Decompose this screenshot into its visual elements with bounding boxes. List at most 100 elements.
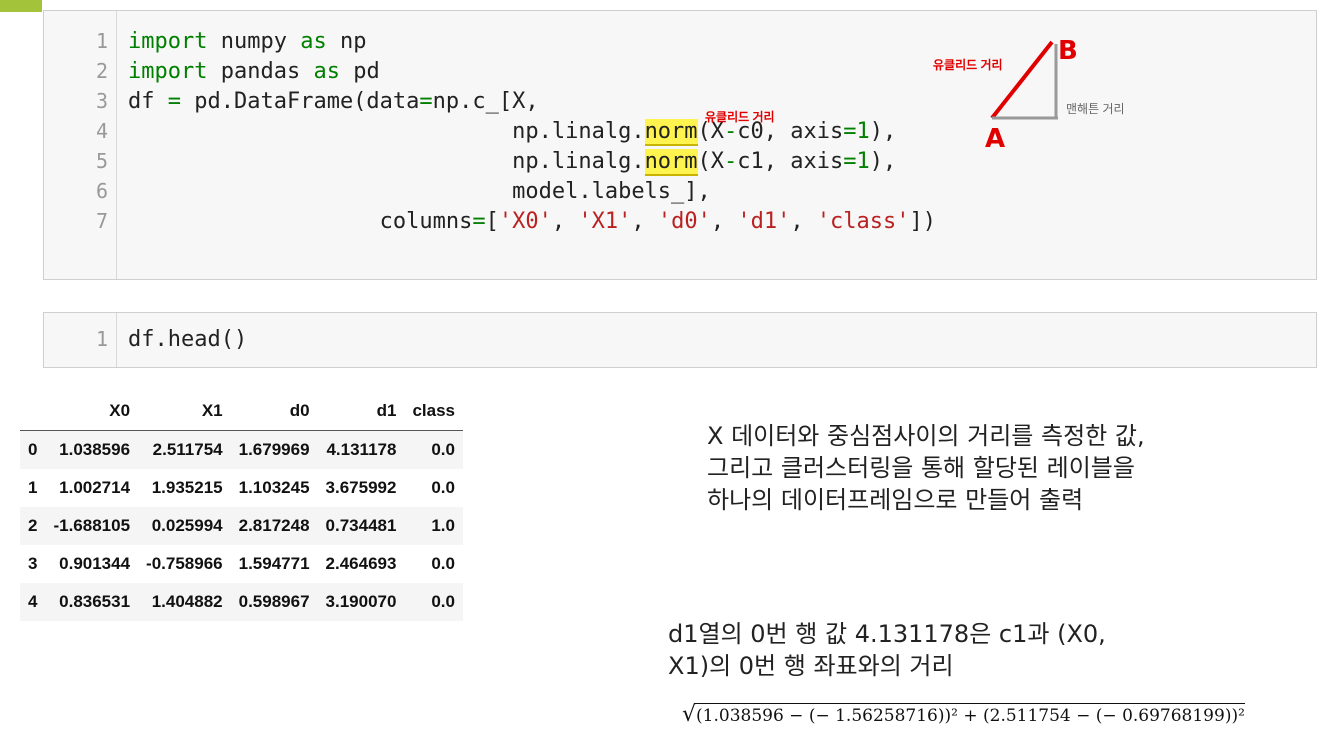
code-token: ), [869,149,897,174]
code-token: model.labels_], [128,179,711,204]
code-token: import [128,29,208,54]
note-distance: d1열의 0번 행 값 4.131178은 c1과 (X0, X1)의 0번 행… [668,618,1106,682]
column-header [20,392,45,431]
dataframe-output: X0 X1 d0 d1 class 0 1.038596 2.511754 1.679969 4… [20,392,463,621]
distance-triangle-diagram [990,40,1058,120]
euclid-label-mid: 유클리드 거리 [705,110,775,124]
table-cell: 0.0 [431,478,455,497]
euclidean-line [990,40,1054,120]
note-line: 하나의 데이터프레임으로 만들어 출력 [707,486,1084,514]
table-cell: 1.103245 [238,478,310,497]
table-cell: 2.817248 [238,516,310,535]
code-token: ), [869,119,897,144]
table-cell: 1.679969 [238,440,310,459]
code-token: , [631,209,658,234]
line-number-gutter: 1 [44,313,117,367]
table-cell: 0.836531 [59,592,131,611]
table-cell: 0.734481 [325,516,397,535]
code-token: 'X1' [578,209,632,234]
code-line[interactable]: np.linalg.norm(X-c0, axis=1), [128,117,896,147]
table-cell: 0.0 [431,592,455,611]
table-row: 0 1.038596 2.511754 1.679969 4.131178 0.0 [20,430,463,469]
table-cell: 1.404882 [151,592,223,611]
code-token: np [326,29,367,54]
formula-expression: (1.038596 − (− 1.56258716))² + (2.511754… [696,703,1245,726]
code-token: import [128,59,208,84]
note-line: X1)의 0번 행 좌표와의 거리 [668,652,954,680]
table-cell: 0.598967 [238,592,310,611]
note-line: X 데이터와 중심점사이의 거리를 측정한 값, [707,422,1145,450]
code-token: 'X0' [498,209,552,234]
line-number: 1 [95,327,108,351]
code-line[interactable]: import numpy as np [128,27,366,57]
note-line: d1열의 0번 행 값 4.131178은 c1과 (X0, [668,620,1106,648]
table-cell: 0.901344 [59,554,131,573]
note-line: 그리고 클러스터링을 통해 할당된 레이블을 [707,454,1135,482]
table-row: 1 1.002714 1.935215 1.103245 3.675992 0.0 [20,469,463,507]
code-token: [ [485,209,499,234]
code-line[interactable]: df = pd.DataFrame(data=np.c_[X, [128,87,539,117]
code-token: , [551,209,579,234]
code-token: norm [644,149,698,176]
code-line[interactable]: import pandas as pd [128,57,380,87]
code-token: = [167,89,181,114]
code-token: , [790,209,817,234]
column-header: X1 [201,401,223,420]
code-token: np.c_[X, [432,89,539,114]
table-cell: 3.675992 [325,478,397,497]
column-header: d1 [376,401,397,420]
code-line[interactable]: columns=['X0', 'X1', 'd0', 'd1', 'class'… [128,207,936,237]
code-token: 'class' [816,209,910,234]
table-cell: 1.0 [431,516,455,535]
table-row: 3 0.901344 -0.758966 1.594771 2.464693 0.0 [20,545,463,583]
code-token: 'd0' [657,209,711,234]
code-token: = [843,119,857,144]
code-line[interactable]: model.labels_], [128,177,711,207]
code-line[interactable]: df.head() [128,325,247,355]
code-token: as [313,59,340,84]
code-token: np.linalg. [128,119,645,144]
row-index: 2 [28,516,38,535]
code-token: norm [644,119,698,146]
note-description: X 데이터와 중심점사이의 거리를 측정한 값, 그리고 클러스터링을 통해 할… [707,420,1145,516]
sqrt-symbol: √ [682,702,697,727]
table-cell: 0.0 [431,440,455,459]
code-line[interactable]: np.linalg.norm(X-c1, axis=1), [128,147,896,177]
code-token: df [128,89,168,114]
code-token: numpy [207,29,301,54]
code-token: np.linalg. [128,149,645,174]
code-cell-1[interactable]: 1234567 import numpy as np import pandas … [43,10,1317,280]
code-cell-2[interactable]: 1 df.head() [43,312,1317,368]
column-header: X0 [109,401,131,420]
table-cell: 2.464693 [325,554,397,573]
point-a-label: A [985,124,1006,154]
code-token: = [843,149,857,174]
row-index: 0 [28,440,38,459]
column-header: d0 [289,401,310,420]
code-token: pd [339,59,380,84]
table-cell: -0.758966 [146,554,223,573]
code-token: pandas [207,59,314,84]
table-row: 4 0.836531 1.404882 0.598967 3.190070 0.0 [20,583,463,621]
row-index: 1 [28,478,38,497]
notebook-corner-marker [0,0,42,12]
table-cell: 0.0 [431,554,455,573]
code-token: ]) [909,209,937,234]
code-token: 1 [856,119,870,144]
table-cell: 1.002714 [59,478,131,497]
code-token: , [710,209,738,234]
code-token: 'd1' [737,209,791,234]
code-token: = [472,209,486,234]
table-cell: 2.511754 [152,440,223,459]
code-editor[interactable]: import numpy as np import pandas as pd df … [44,11,1316,279]
table-cell: 3.190070 [325,592,397,611]
distance-formula: √(1.038596 − (− 1.56258716))² + (2.51175… [682,702,1245,727]
code-token: (X [697,149,725,174]
table-cell: -1.688105 [53,516,131,535]
table-cell: 1.038596 [59,440,131,459]
code-token: as [300,29,327,54]
table-cell: 1.594771 [238,554,310,573]
code-token: 1 [856,149,870,174]
manhattan-label: 맨해튼 거리 [1066,102,1125,116]
table-cell: 1.935215 [151,478,223,497]
